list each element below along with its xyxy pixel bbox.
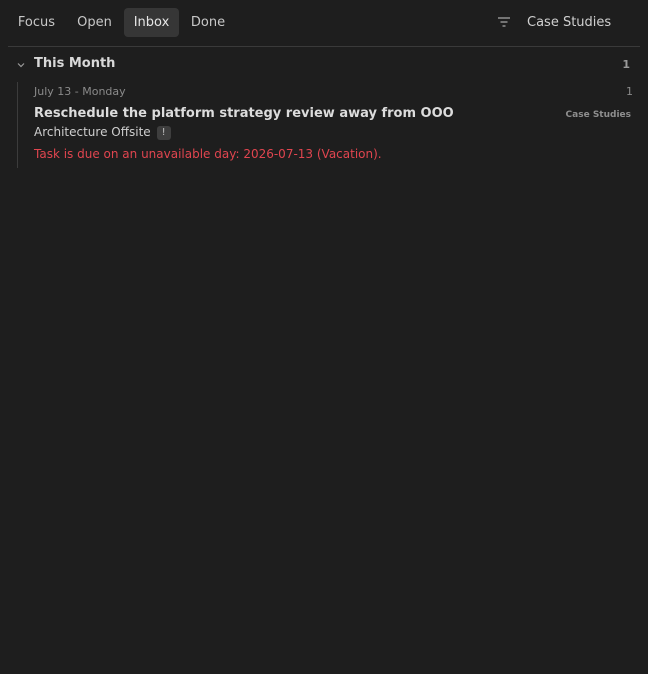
task-context-line: Architecture Offsite! — [34, 125, 171, 140]
toolbar-divider — [8, 46, 640, 47]
date-heading: July 13 - Monday — [34, 85, 126, 98]
unavailable-day-warning: Task is due on an unavailable day: 2026-… — [34, 147, 382, 161]
tab-inbox[interactable]: Inbox — [124, 8, 179, 37]
tab-focus[interactable]: Focus — [8, 8, 65, 37]
filter-icon[interactable] — [496, 15, 512, 29]
group-body: July 13 - Monday 1 Reschedule the platfo… — [17, 82, 633, 168]
view-toolbar: Focus Open Inbox Done Case Studies — [8, 6, 640, 38]
group-header-this-month[interactable]: This Month 1 — [8, 54, 632, 76]
date-count: 1 — [626, 85, 633, 98]
chevron-down-icon[interactable] — [16, 60, 26, 70]
priority-badge: ! — [156, 126, 171, 140]
task-project-tag[interactable]: Case Studies — [566, 110, 631, 120]
group-count: 1 — [622, 58, 630, 71]
tab-open[interactable]: Open — [68, 8, 121, 37]
task-title[interactable]: Reschedule the platform strategy review … — [34, 106, 454, 121]
tab-done[interactable]: Done — [182, 8, 234, 37]
task-context: Architecture Offsite — [34, 125, 151, 139]
view-selector[interactable]: Case Studies — [527, 8, 611, 37]
group-title: This Month — [34, 56, 116, 71]
